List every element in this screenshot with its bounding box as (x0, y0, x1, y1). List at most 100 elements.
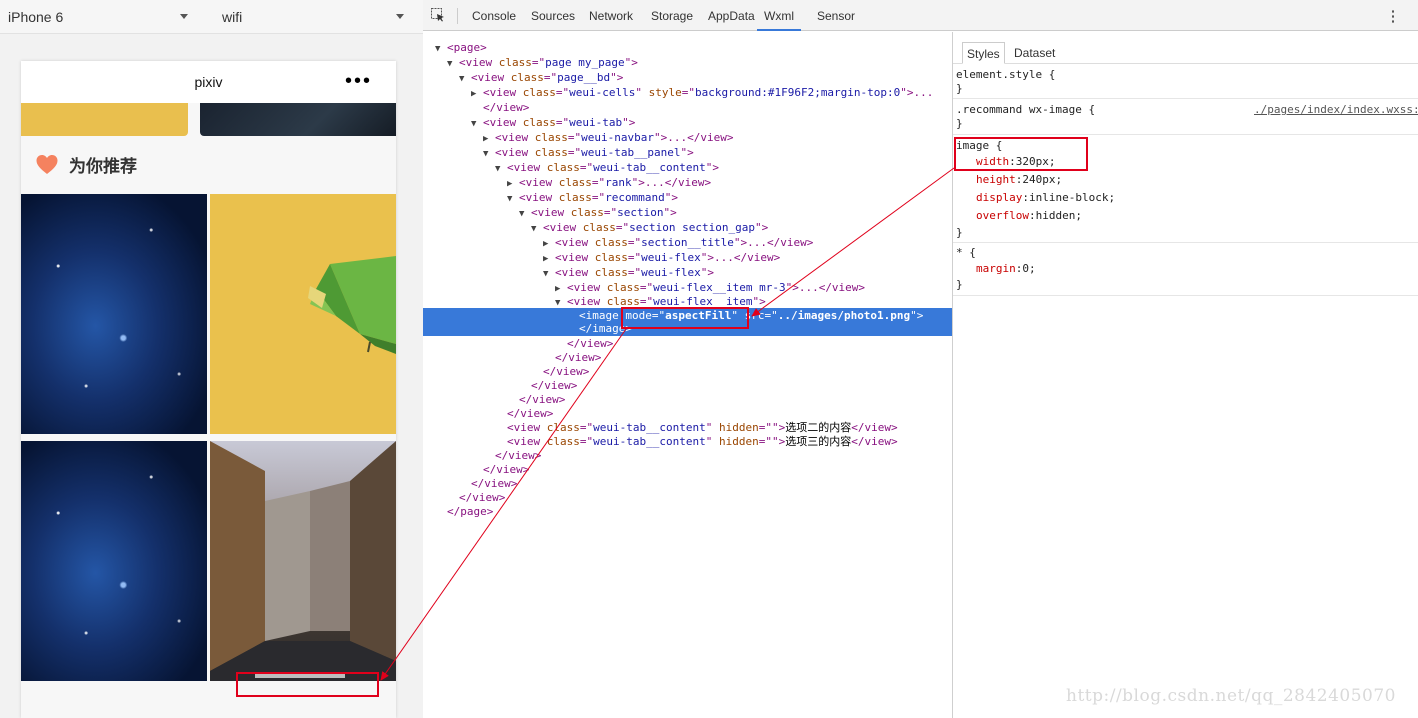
attr-name: class (546, 435, 580, 448)
photo-tile[interactable] (21, 194, 207, 434)
tag-token: =" (615, 221, 630, 234)
tab-network[interactable]: Network (589, 0, 633, 31)
more-menu-icon[interactable]: ••• (345, 71, 372, 91)
wxml-node[interactable]: ▼ <view class="weui-tab"> (423, 116, 952, 130)
rule-close: } (956, 278, 963, 291)
network-select[interactable]: wifi (222, 0, 404, 34)
rule-source-link[interactable]: ./pages/index/index.wxss: (1254, 103, 1418, 117)
wxml-node[interactable]: ▼ <view class="section"> (423, 206, 952, 220)
wxml-node[interactable]: ▼ <page> (423, 41, 952, 55)
tag-token: "> (622, 116, 636, 129)
tag-token: =""> (758, 421, 786, 434)
wxml-node[interactable]: ▼ <view class="recommand"> (423, 191, 952, 205)
tab-appdata[interactable]: AppData (708, 0, 755, 31)
device-select-value: iPhone 6 (8, 9, 64, 25)
caret-down-icon[interactable]: ▼ (471, 117, 483, 131)
wxml-node[interactable]: ▼ <view class="weui-flex"> (423, 266, 952, 280)
caret-down-icon[interactable]: ▼ (495, 162, 507, 176)
wxml-node[interactable]: <view class="weui-tab__content" hidden="… (423, 435, 952, 449)
css-declaration[interactable]: margin:0; (976, 262, 1036, 276)
caret-right-icon[interactable]: ▶ (543, 252, 555, 266)
attr-name: class (594, 251, 628, 264)
tag-token: "> (610, 71, 624, 84)
wxml-node[interactable]: ▼ <view class="page my_page"> (423, 56, 952, 70)
tab-wxml[interactable]: Wxml (757, 0, 801, 31)
wxml-node[interactable]: </view> (423, 351, 952, 365)
attr-name: class (594, 236, 628, 249)
caret-right-icon[interactable]: ▶ (543, 237, 555, 251)
attr-value: background:#1F96F2;margin-top:0 (694, 86, 901, 99)
caret-right-icon[interactable]: ▶ (555, 282, 567, 296)
devtools-toolbar: Console Sources Network Storage AppData … (423, 0, 1418, 31)
photo-tile[interactable] (21, 441, 207, 681)
css-declaration[interactable]: height:240px; (976, 173, 1062, 187)
tag-token: </view> (567, 337, 614, 350)
tab-console[interactable]: Console (472, 0, 516, 31)
css-property: overflow (976, 209, 1029, 222)
tag-token: ">...</view> (631, 176, 712, 189)
caret-down-icon[interactable]: ▼ (483, 147, 495, 161)
device-select[interactable]: iPhone 6 (8, 0, 188, 34)
wxml-node[interactable]: ▼ <view class="section section_gap"> (423, 221, 952, 235)
tag-token: =" (567, 146, 582, 159)
wxml-node[interactable]: ▶ <view class="weui-navbar">...</view> (423, 131, 952, 145)
banner-image[interactable] (200, 103, 396, 136)
tag-token: =" (639, 281, 654, 294)
wxml-node[interactable]: </view> (423, 491, 952, 505)
photo-tile[interactable] (210, 441, 396, 681)
tab-sensor[interactable]: Sensor (817, 0, 855, 31)
wxml-node[interactable]: ▶ <view class="rank">...</view> (423, 176, 952, 190)
css-declaration[interactable]: overflow:hidden; (976, 209, 1082, 223)
caret-down-icon[interactable]: ▼ (447, 57, 459, 71)
inspect-element-icon[interactable] (431, 8, 445, 22)
caret-down-icon[interactable]: ▼ (531, 222, 543, 236)
wxml-node[interactable]: ▼ <view class="page__bd"> (423, 71, 952, 85)
wxml-tree: ▼ <page> ▼ <view class="page my_page"> ▼ <vie… (423, 32, 952, 718)
tab-dataset[interactable]: Dataset (1010, 42, 1059, 64)
tab-sources[interactable]: Sources (531, 0, 575, 31)
caret-right-icon[interactable]: ▶ (507, 177, 519, 191)
caret-right-icon[interactable]: ▶ (471, 87, 483, 101)
tag-token: " (635, 86, 649, 99)
wxml-node[interactable]: </view> (423, 477, 952, 491)
tag-token: =""> (758, 435, 786, 448)
caret-down-icon[interactable]: ▼ (519, 207, 531, 221)
wxml-node[interactable]: ▼ <view class="weui-tab__panel"> (423, 146, 952, 160)
tag-token: <page> (447, 41, 487, 54)
caret-down-icon[interactable]: ▼ (435, 42, 447, 56)
wxml-node[interactable]: ▼ <view class="weui-tab__content"> (423, 161, 952, 175)
wxml-node[interactable]: </view> (423, 449, 952, 463)
caret-right-icon[interactable]: ▶ (483, 132, 495, 146)
tab-storage[interactable]: Storage (651, 0, 693, 31)
toolbar-divider (457, 8, 458, 24)
wxml-node[interactable]: </view> (423, 337, 952, 351)
caret-down-icon[interactable]: ▼ (543, 267, 555, 281)
attr-value: section section_gap (629, 221, 755, 234)
caret-down-icon[interactable]: ▼ (459, 72, 471, 86)
wxml-node[interactable]: ▶ <view class="section__title">...</view> (423, 236, 952, 250)
wxml-node[interactable]: </view> (423, 393, 952, 407)
tag-token: =" (579, 435, 594, 448)
tag-token: <view (495, 146, 535, 159)
attr-name: class (534, 131, 568, 144)
tab-styles[interactable]: Styles (962, 42, 1005, 64)
wxml-node[interactable]: </page> (423, 505, 952, 519)
banner-image[interactable] (21, 103, 188, 136)
wxml-node[interactable]: ▶ <view class="weui-flex__item mr-3">...<… (423, 281, 952, 295)
wxml-node[interactable]: </view> (423, 101, 952, 115)
css-declaration[interactable]: display:inline-block; (976, 191, 1115, 205)
wxml-node[interactable]: ▶ <view class="weui-flex">...</view> (423, 251, 952, 265)
attr-value: weui-flex (641, 266, 701, 279)
caret-down-icon[interactable]: ▼ (507, 192, 519, 206)
more-options-icon[interactable] (1392, 9, 1394, 23)
tag-token: ">...</view> (733, 236, 814, 249)
wxml-node[interactable]: </view> (423, 463, 952, 477)
wxml-node[interactable]: </view> (423, 379, 952, 393)
wxml-node[interactable]: <view class="weui-tab__content" hidden="… (423, 421, 952, 435)
tag-token: "> (700, 266, 714, 279)
photo-tile[interactable] (210, 194, 396, 434)
css-property: margin (976, 262, 1016, 275)
wxml-node[interactable]: </view> (423, 365, 952, 379)
wxml-node[interactable]: </view> (423, 407, 952, 421)
wxml-node[interactable]: ▶ <view class="weui-cells" style="backgro… (423, 86, 952, 100)
